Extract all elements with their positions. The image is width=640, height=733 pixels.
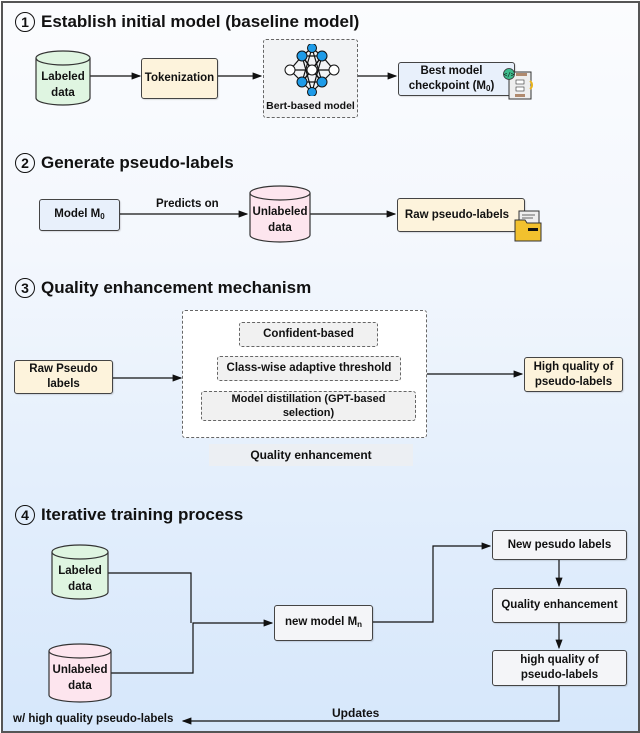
- classwise-threshold-box: Class-wise adaptive threshold: [217, 356, 401, 381]
- arrow-mn-to-new-pseudo: [373, 542, 492, 623]
- best-checkpoint-line1: Best model: [420, 64, 483, 77]
- raw-pseudo-input-line2: labels: [47, 378, 80, 390]
- best-checkpoint-box: Best model checkpoint (M0): [398, 62, 515, 96]
- bert-model-box: Bert-based model: [263, 39, 358, 118]
- arrow-labeled-merge: [107, 572, 192, 623]
- feedback-label: w/ high quality pseudo-labels: [13, 713, 174, 725]
- raw-pseudo-labels-box: Raw pseudo-labels: [397, 198, 525, 232]
- raw-pseudo-input-line1: Raw Pseudo: [29, 363, 98, 376]
- new-model-mn-box: new model Mn: [274, 605, 373, 641]
- tokenization-box: Tokenization: [141, 58, 218, 99]
- classwise-threshold-label: Class-wise adaptive threshold: [226, 362, 392, 375]
- labeled-data-line2: data: [51, 86, 75, 99]
- model-m0-label: Model M0: [54, 208, 105, 222]
- s4-high-quality-line2: pseudo-labels: [520, 669, 599, 681]
- arrow-unlabeled-merge: [111, 619, 274, 674]
- labeled-data-cylinder: Labeled data: [35, 50, 91, 106]
- confident-based-box: Confident-based: [239, 322, 378, 347]
- unlabeled-data-line1: Unlabeled: [252, 206, 308, 218]
- new-pseudo-labels-label: New pesudo labels: [507, 538, 612, 551]
- raw-pseudo-labels-label: Raw pseudo-labels: [404, 208, 510, 221]
- folder-icon: [514, 210, 542, 242]
- s4-unlabeled-data-line2: data: [68, 679, 92, 692]
- s4-high-quality-line1: high quality of: [520, 654, 599, 667]
- unlabeled-data-line2: data: [268, 221, 292, 234]
- s4-unlabeled-data-line1: Unlabeled: [52, 664, 108, 676]
- labeled-data-line1: Labeled: [41, 71, 85, 83]
- model-distillation-line2: selection): [282, 407, 335, 419]
- bert-model-label: Bert-based model: [266, 100, 355, 113]
- s4-unlabeled-data-cylinder: Unlabeled data: [48, 643, 112, 703]
- s4-high-quality-box: high quality of pseudo-labels: [492, 650, 627, 686]
- new-pseudo-labels-box: New pesudo labels: [492, 530, 627, 560]
- s4-labeled-data-line1: Labeled: [58, 565, 102, 577]
- s4-labeled-data-cylinder: Labeled data: [51, 544, 109, 600]
- quality-enhancement-caption: Quality enhancement: [209, 444, 413, 466]
- s4-quality-enhancement-box: Quality enhancement: [492, 588, 627, 623]
- model-distillation-box: Model distillation (GPT-based selection): [201, 391, 416, 421]
- tokenization-label: Tokenization: [144, 72, 215, 85]
- high-quality-output-box: High quality of pseudo-labels: [524, 357, 623, 392]
- high-quality-output-line1: High quality of: [533, 360, 614, 373]
- confident-based-label: Confident-based: [263, 328, 354, 341]
- model-m0-box: Model M0: [39, 199, 120, 231]
- neural-network-icon: [284, 44, 340, 96]
- updates-label: Updates: [332, 706, 380, 720]
- high-quality-output-line2: pseudo-labels: [534, 375, 613, 388]
- code-flowchart-icon: </>: [503, 68, 533, 100]
- s4-labeled-data-line2: data: [68, 580, 92, 593]
- predicts-on-label: Predicts on: [156, 198, 219, 210]
- unlabeled-data-cylinder: Unlabeled data: [249, 185, 311, 243]
- best-checkpoint-line2: checkpoint (M0): [408, 79, 495, 93]
- svg-text:</>: </>: [504, 72, 515, 79]
- s4-quality-enhancement-label: Quality enhancement: [501, 599, 618, 612]
- model-distillation-line1: Model distillation (GPT-based: [231, 392, 386, 405]
- new-model-mn-label: new model Mn: [284, 616, 363, 630]
- raw-pseudo-input-box: Raw Pseudo labels: [14, 360, 113, 394]
- diagram-frame: 1 Establish initial model (baseline mode…: [1, 1, 640, 733]
